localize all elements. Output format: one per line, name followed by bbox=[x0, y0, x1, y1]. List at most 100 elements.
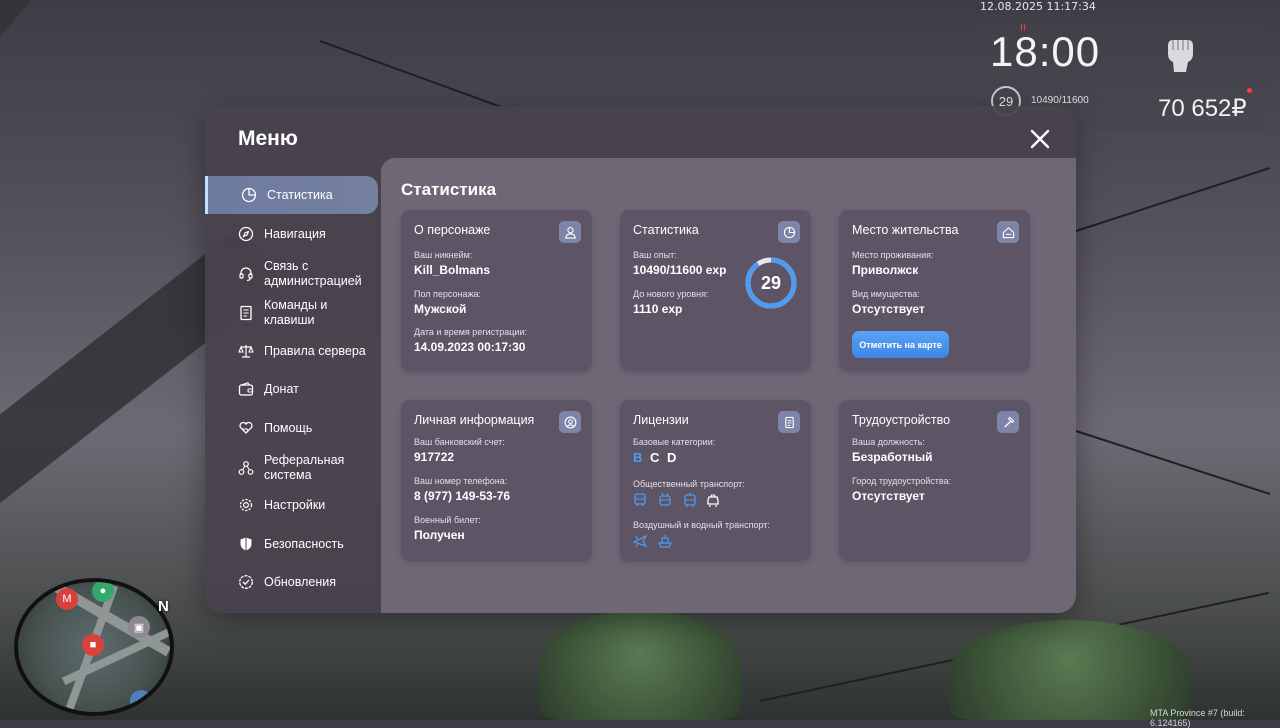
pie-chart-icon bbox=[778, 221, 800, 243]
taxi-icon bbox=[707, 494, 719, 507]
residence-value: Приволжск bbox=[852, 263, 919, 277]
license-category-c: C bbox=[650, 450, 660, 465]
exp-value: 10490/11600 exp bbox=[633, 263, 727, 277]
minimap[interactable]: M ● ■ ▣ ▭ bbox=[14, 578, 174, 716]
background-tree bbox=[540, 610, 740, 720]
bank-account-value: 917722 bbox=[414, 450, 455, 464]
registration-label: Дата и время регистрации: bbox=[414, 327, 527, 337]
sidebar-item-commands[interactable]: Команды и клавиши bbox=[205, 293, 375, 333]
phone-label: Ваш номер телефона: bbox=[414, 476, 508, 486]
check-badge-icon bbox=[239, 575, 253, 589]
shield-icon bbox=[240, 537, 252, 551]
position-label: Ваша должность: bbox=[852, 437, 925, 447]
money-notice-dot bbox=[1247, 88, 1252, 93]
card-employment: Трудоустройство Ваша должность: Безработ… bbox=[839, 400, 1030, 561]
card-title: Статистика bbox=[633, 223, 699, 237]
background-wire bbox=[1075, 167, 1271, 232]
sidebar-item-label: Реферальная система bbox=[264, 453, 345, 482]
military-id-value: Получен bbox=[414, 528, 465, 542]
sidebar-item-rules[interactable]: Правила сервера bbox=[205, 332, 375, 370]
sidebar-item-navigation[interactable]: Навигация bbox=[205, 215, 375, 253]
hud-exp: 10490/11600 bbox=[1031, 95, 1089, 106]
card-title: О персонаже bbox=[414, 223, 491, 237]
bus-marker-icon: ■ bbox=[82, 634, 104, 656]
registration-value: 14.09.2023 00:17:30 bbox=[414, 340, 526, 354]
property-label: Вид имущества: bbox=[852, 289, 920, 299]
headset-icon bbox=[239, 267, 253, 282]
background-tree bbox=[950, 620, 1190, 720]
employment-city-value: Отсутствует bbox=[852, 489, 925, 503]
hud-money: 70 652₽ bbox=[1158, 95, 1247, 122]
mark-on-map-button[interactable]: Отметить на карте bbox=[852, 331, 949, 358]
next-level-value: 1110 exp bbox=[633, 302, 683, 316]
scales-icon bbox=[238, 345, 254, 358]
sidebar-item-label: Обновления bbox=[264, 574, 336, 589]
hammer-icon bbox=[997, 411, 1019, 433]
fist-icon bbox=[1168, 40, 1193, 72]
card-title: Место жительства bbox=[852, 223, 959, 237]
position-value: Безработный bbox=[852, 450, 933, 464]
sidebar-item-label: Правила сервера bbox=[264, 343, 366, 358]
card-title: Трудоустройство bbox=[852, 413, 951, 427]
sidebar-item-label: Помощь bbox=[264, 420, 313, 435]
metro-marker-icon: M bbox=[56, 588, 78, 610]
sidebar-item-label: Безопасность bbox=[264, 536, 344, 551]
sidebar-item-label: Настройки bbox=[264, 497, 326, 512]
pie-chart-icon bbox=[241, 187, 257, 203]
build-info: MTA Province #7 (build: 6.124165) bbox=[1150, 708, 1245, 728]
airplane-icon bbox=[632, 534, 648, 548]
house-icon bbox=[997, 221, 1019, 243]
sidebar-item-statistics[interactable]: Статистика bbox=[205, 176, 378, 214]
gender-label: Пол персонажа: bbox=[414, 289, 482, 299]
sidebar-item-admin-contact[interactable]: Связь с администрацией bbox=[205, 254, 375, 294]
sidebar-item-security[interactable]: Безопасность bbox=[205, 525, 375, 563]
wallet-icon bbox=[238, 382, 254, 396]
sidebar-item-updates[interactable]: Обновления bbox=[205, 563, 375, 601]
air-water-transport-label: Воздушный и водный транспорт: bbox=[633, 520, 770, 530]
next-level-label: До нового уровня: bbox=[633, 289, 709, 299]
hud-clock: 18:00 bbox=[990, 28, 1101, 75]
content-panel: Статистика О персонаже Ваш никнейм: Kill… bbox=[381, 158, 1076, 613]
vehicle-marker-icon: ▭ bbox=[130, 690, 152, 712]
public-transport-label: Общественный транспорт: bbox=[633, 479, 745, 489]
sidebar-item-help[interactable]: Помощь bbox=[205, 409, 375, 447]
sidebar-item-referral[interactable]: Реферальная система bbox=[205, 448, 375, 488]
trolleybus-icon bbox=[659, 492, 671, 506]
car-marker-icon: ● bbox=[92, 582, 114, 602]
sidebar-item-settings[interactable]: Настройки bbox=[205, 486, 375, 524]
sidebar-item-donate[interactable]: Донат bbox=[205, 370, 375, 408]
license-category-b: B bbox=[633, 450, 643, 465]
user-icon bbox=[559, 221, 581, 243]
compass-icon bbox=[238, 226, 254, 242]
nickname-value: Kill_Bolmans bbox=[414, 263, 491, 277]
menu-window: Меню Статистика Навигация Связь с админи… bbox=[205, 106, 1076, 613]
card-title: Лицензии bbox=[633, 413, 689, 427]
document-icon bbox=[240, 305, 252, 321]
sidebar: Статистика Навигация Связь с администрац… bbox=[205, 176, 381, 613]
license-category-d: D bbox=[667, 450, 677, 465]
north-indicator: N bbox=[158, 598, 169, 615]
gear-icon bbox=[239, 498, 253, 512]
base-categories-label: Базовые категории: bbox=[633, 437, 716, 447]
card-licenses: Лицензии Базовые категории: B C D Общест… bbox=[620, 400, 811, 561]
sidebar-item-label: Донат bbox=[264, 381, 299, 396]
boat-icon bbox=[658, 535, 672, 548]
content-title: Статистика bbox=[401, 180, 497, 199]
gender-value: Мужской bbox=[414, 302, 467, 316]
background-beam bbox=[0, 0, 348, 98]
license-card-icon bbox=[778, 411, 800, 433]
nickname-label: Ваш никнейм: bbox=[414, 250, 473, 260]
level-value: 29 bbox=[760, 272, 782, 293]
close-icon[interactable] bbox=[1027, 126, 1053, 152]
residence-label: Место проживания: bbox=[852, 250, 934, 260]
sidebar-item-label: Статистика bbox=[267, 187, 333, 202]
employment-city-label: Город трудоустройства: bbox=[852, 476, 952, 486]
network-icon bbox=[238, 461, 254, 475]
sidebar-item-label: Связь с администрацией bbox=[264, 259, 362, 288]
bus-icon bbox=[634, 493, 646, 506]
garage-marker-icon: ▣ bbox=[128, 616, 150, 638]
phone-value: 8 (977) 149-53-76 bbox=[414, 489, 511, 503]
sidebar-item-label: Навигация bbox=[264, 226, 326, 241]
card-character: О персонаже Ваш никнейм: Kill_Bolmans По… bbox=[401, 210, 592, 371]
card-residence: Место жительства Место проживания: Приво… bbox=[839, 210, 1030, 371]
